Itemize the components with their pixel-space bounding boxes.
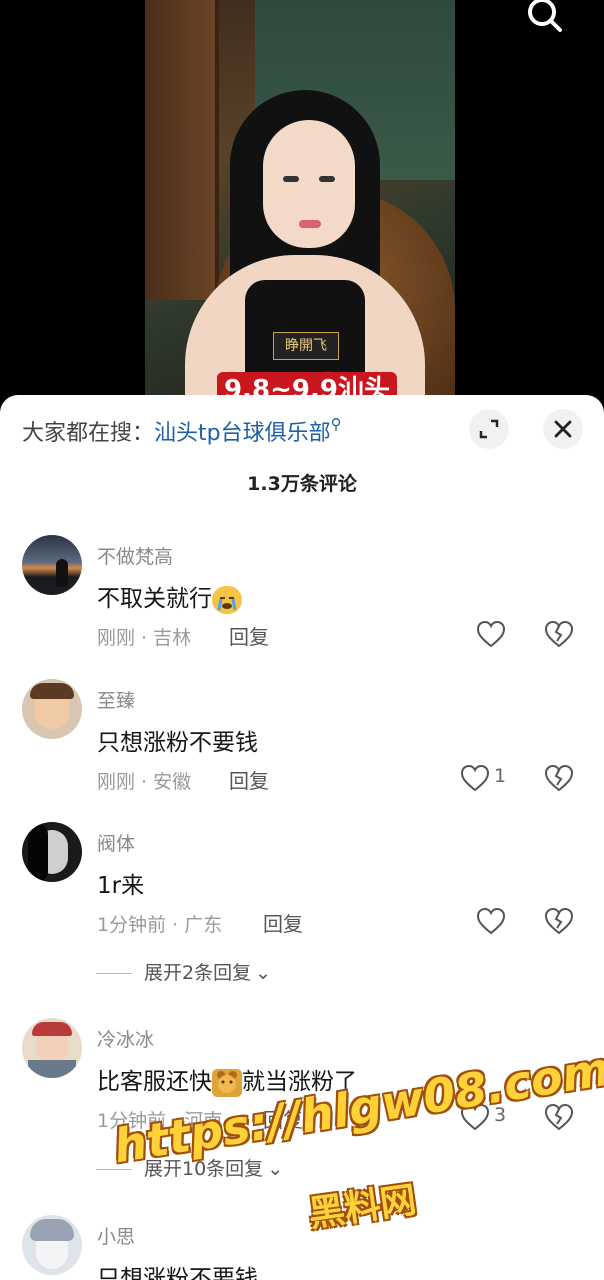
comment-username[interactable]: 小思 — [97, 1222, 135, 1249]
comment-username[interactable]: 冷冰冰 — [97, 1025, 154, 1052]
close-sheet-button[interactable] — [543, 409, 583, 449]
dislike-broken-heart-icon[interactable] — [544, 620, 574, 648]
reply-button[interactable]: 回复 — [263, 908, 303, 937]
crying-face-emoji — [212, 585, 242, 614]
comment-text: 只想涨粉不要钱 — [97, 1266, 258, 1280]
comment-text: 1r来 — [97, 873, 145, 899]
avatar[interactable] — [22, 679, 82, 739]
chevron-down-icon: ⌄ — [267, 1158, 284, 1180]
like-heart-icon[interactable] — [476, 620, 506, 648]
comment-username[interactable]: 阀体 — [97, 829, 135, 856]
comment-username[interactable]: 不做梵高 — [97, 542, 173, 569]
video-person-face — [263, 120, 355, 248]
hot-search-link[interactable]: 汕头tp台球俱乐部 — [154, 421, 331, 446]
expand-icon — [479, 419, 499, 439]
hot-search-prefix: 大家都在搜： — [22, 421, 155, 446]
avatar[interactable] — [22, 1215, 82, 1275]
avatar[interactable] — [22, 535, 82, 595]
reply-button[interactable]: 回复 — [229, 621, 269, 650]
comment-count: 1.3万条评论 — [247, 473, 357, 495]
comment-meta: 刚刚 · 吉林 — [97, 627, 192, 649]
dislike-broken-heart-icon[interactable] — [544, 907, 574, 935]
like-heart-icon[interactable] — [476, 907, 506, 935]
like-count: 1 — [494, 765, 507, 787]
dislike-broken-heart-icon[interactable] — [544, 764, 574, 792]
comment-meta: 1分钟前 · 广东 — [97, 914, 223, 936]
video-frame: 睁開飞 9.8~9.9汕头 — [145, 0, 455, 420]
divider — [96, 973, 132, 974]
comment-username[interactable]: 至臻 — [97, 686, 135, 713]
dislike-broken-heart-icon[interactable] — [544, 1103, 574, 1131]
comment-text: 只想涨粉不要钱 — [97, 730, 258, 756]
video-player[interactable]: 睁開飞 9.8~9.9汕头 — [0, 0, 604, 420]
search-button[interactable] — [520, 0, 568, 36]
search-icon — [528, 0, 562, 32]
avatar[interactable] — [22, 1018, 82, 1078]
reply-button[interactable]: 回复 — [229, 765, 269, 794]
expand-sheet-button[interactable] — [469, 409, 509, 449]
bear-sticker-emoji — [212, 1068, 242, 1097]
close-icon — [554, 420, 572, 438]
expand-replies-button[interactable]: 展开2条回复 ⌄ — [96, 958, 271, 985]
comment-text: 不取关就行 — [97, 579, 242, 614]
comments-sheet: 大家都在搜：汕头tp台球俱乐部⚲ 1.3万条评论 不做梵高 不取关就行 刚刚 ·… — [0, 395, 604, 1280]
like-heart-icon[interactable] — [460, 764, 490, 792]
comment-meta: 刚刚 · 安徽 — [97, 771, 192, 793]
chevron-down-icon: ⌄ — [255, 962, 272, 984]
avatar[interactable] — [22, 822, 82, 882]
shirt-label: 睁開飞 — [273, 332, 339, 360]
video-background-door — [145, 0, 219, 300]
search-mini-icon: ⚲ — [330, 415, 342, 433]
hot-search-bar[interactable]: 大家都在搜：汕头tp台球俱乐部⚲ — [22, 415, 342, 447]
